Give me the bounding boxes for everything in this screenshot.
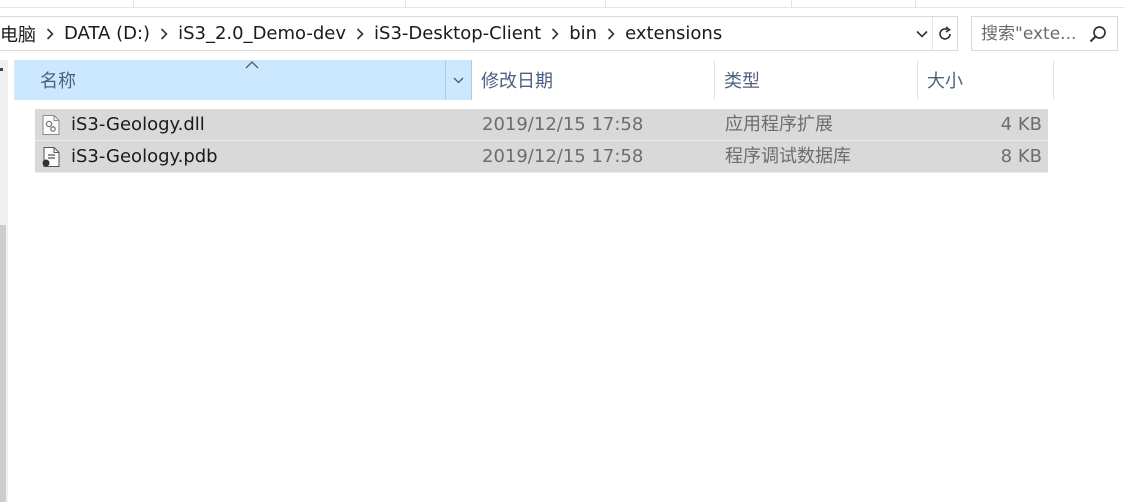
file-row[interactable]: iS3-Geology.pdb 2019/12/15 17:58 程序调试数据库… — [35, 141, 1048, 173]
top-toolbar-strip — [0, 0, 1125, 8]
file-date: 2019/12/15 17:58 — [482, 114, 644, 135]
column-header-name-label: 名称 — [40, 71, 76, 92]
chevron-right-icon[interactable] — [40, 27, 60, 41]
column-header-type[interactable]: 类型 — [715, 60, 918, 100]
sort-ascending-icon — [245, 61, 259, 69]
breadcrumb: 电脑 DATA (D:) iS3_2.0_Demo-dev iS3-Deskto… — [0, 17, 726, 50]
dll-file-icon — [42, 115, 60, 135]
column-header-date[interactable]: 修改日期 — [472, 60, 715, 100]
breadcrumb-item-client[interactable]: iS3-Desktop-Client — [370, 23, 545, 44]
chevron-right-icon[interactable] — [350, 27, 370, 41]
file-row[interactable]: iS3-Geology.dll 2019/12/15 17:58 应用程序扩展 … — [35, 109, 1048, 141]
search-icon[interactable] — [1089, 25, 1107, 43]
toolbar-segment — [792, 0, 916, 7]
refresh-icon — [939, 25, 951, 40]
column-header-name[interactable]: 名称 — [14, 60, 472, 100]
file-list: iS3-Geology.dll 2019/12/15 17:58 应用程序扩展 … — [35, 109, 1048, 173]
breadcrumb-item-bin[interactable]: bin — [565, 23, 601, 44]
breadcrumb-item-project[interactable]: iS3_2.0_Demo-dev — [174, 23, 350, 44]
navigation-pane — [0, 60, 8, 502]
file-date: 2019/12/15 17:58 — [482, 146, 644, 167]
toolbar-segment — [406, 0, 606, 7]
search-box[interactable] — [971, 16, 1118, 51]
file-name: iS3-Geology.dll — [71, 114, 205, 135]
breadcrumb-item-drive[interactable]: DATA (D:) — [60, 23, 154, 44]
file-type: 应用程序扩展 — [725, 114, 833, 135]
pdb-file-icon — [42, 147, 60, 167]
chevron-right-icon[interactable] — [545, 27, 565, 41]
column-header-row: 名称 修改日期 类型 大小 — [14, 60, 1054, 100]
nav-pane-scrollbar[interactable] — [0, 225, 6, 502]
search-input[interactable] — [981, 23, 1091, 45]
file-size: 8 KB — [1000, 146, 1042, 167]
file-size: 4 KB — [1000, 114, 1042, 135]
toolbar-segment — [606, 0, 792, 7]
column-header-date-label: 修改日期 — [481, 71, 553, 92]
refresh-button[interactable] — [932, 17, 957, 50]
chevron-down-icon — [453, 77, 464, 83]
address-bar[interactable]: 电脑 DATA (D:) iS3_2.0_Demo-dev iS3-Deskto… — [0, 16, 958, 51]
file-name: iS3-Geology.pdb — [71, 146, 218, 167]
nav-pane-marker — [0, 68, 3, 71]
chevron-right-icon[interactable] — [601, 27, 621, 41]
file-type: 程序调试数据库 — [725, 146, 851, 167]
chevron-right-icon[interactable] — [154, 27, 174, 41]
column-filter-dropdown[interactable] — [445, 60, 471, 100]
column-header-size-label: 大小 — [927, 71, 963, 92]
column-header-size[interactable]: 大小 — [918, 60, 1054, 100]
toolbar-segment — [0, 0, 134, 7]
address-history-dropdown[interactable] — [912, 17, 932, 50]
chevron-down-icon — [916, 30, 928, 38]
breadcrumb-item-computer[interactable]: 电脑 — [0, 21, 40, 47]
column-header-type-label: 类型 — [724, 71, 760, 92]
toolbar-segment — [134, 0, 406, 7]
breadcrumb-item-extensions[interactable]: extensions — [621, 23, 726, 44]
